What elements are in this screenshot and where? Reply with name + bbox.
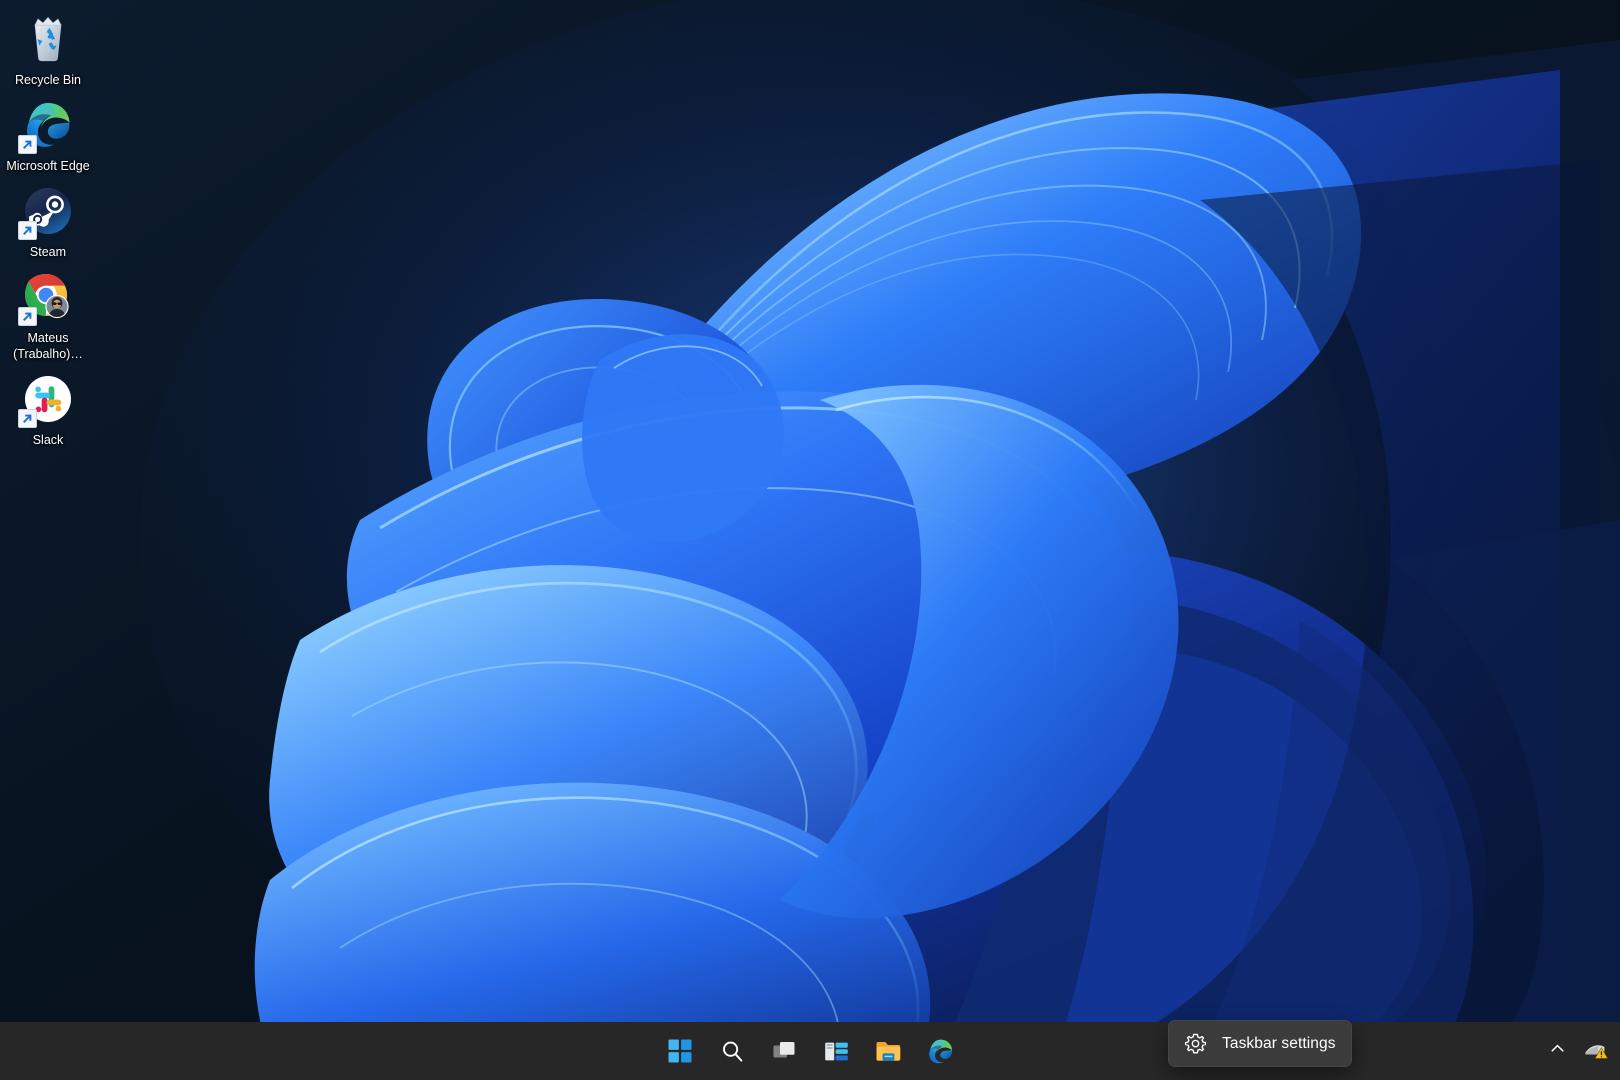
desktop[interactable]: Recycle Bin Microsoft Edge Steam Mateus … [0, 0, 1620, 1080]
desktop-icon-grid: Recycle Bin Microsoft Edge Steam Mateus … [2, 6, 98, 452]
taskbar-file-explorer-button[interactable] [866, 1029, 910, 1073]
tray-show-hidden-icons-button[interactable] [1541, 1031, 1574, 1071]
taskbar[interactable] [0, 1022, 1620, 1080]
desktop-icon-recycle-bin[interactable]: Recycle Bin [2, 6, 94, 92]
taskbar-edge-button[interactable] [918, 1029, 962, 1073]
windows-start-icon [668, 1039, 692, 1063]
taskbar-center-group [658, 1022, 962, 1080]
taskbar-task-view-button[interactable] [762, 1029, 806, 1073]
desktop-icon-label: Slack [32, 433, 64, 447]
widgets-icon [824, 1039, 849, 1064]
chevron-up-icon [1549, 1040, 1566, 1062]
folder-icon [875, 1039, 902, 1064]
desktop-icon-label: Microsoft Edge [6, 159, 90, 173]
search-icon [720, 1039, 745, 1064]
taskbar-widgets-button[interactable] [814, 1029, 858, 1073]
desktop-icon-steam[interactable]: Steam [2, 178, 94, 264]
desktop-icon-slack[interactable]: Slack [2, 366, 94, 452]
edge-icon [927, 1038, 954, 1065]
tray-network-warning-button[interactable] [1576, 1031, 1616, 1071]
edge-icon [18, 98, 75, 154]
desktop-icon-mateus-chrome[interactable]: Mateus (Trabalho)… [2, 264, 94, 366]
shortcut-arrow-icon [18, 221, 37, 240]
shortcut-arrow-icon [18, 409, 37, 428]
desktop-icon-label: Mateus (Trabalho)… [13, 331, 83, 361]
slack-icon [18, 372, 75, 428]
steam-icon [18, 184, 75, 240]
chrome-profile-icon [18, 270, 75, 326]
desktop-wallpaper [0, 0, 1620, 1080]
desktop-icon-microsoft-edge[interactable]: Microsoft Edge [2, 92, 94, 178]
recycle-bin-icon [21, 12, 75, 66]
network-warning-icon [1584, 1038, 1608, 1065]
taskbar-start-button[interactable] [658, 1029, 702, 1073]
gear-icon [1184, 1033, 1206, 1055]
context-menu-label: Taskbar settings [1222, 1034, 1336, 1052]
shortcut-arrow-icon [18, 307, 37, 326]
desktop-icon-label: Steam [29, 245, 67, 259]
shortcut-arrow-icon [18, 135, 37, 154]
task-view-icon [772, 1039, 797, 1064]
desktop-icon-label: Recycle Bin [15, 73, 81, 87]
taskbar-settings-context-menu[interactable]: Taskbar settings [1168, 1020, 1352, 1067]
taskbar-search-button[interactable] [710, 1029, 754, 1073]
system-tray [1541, 1022, 1620, 1080]
